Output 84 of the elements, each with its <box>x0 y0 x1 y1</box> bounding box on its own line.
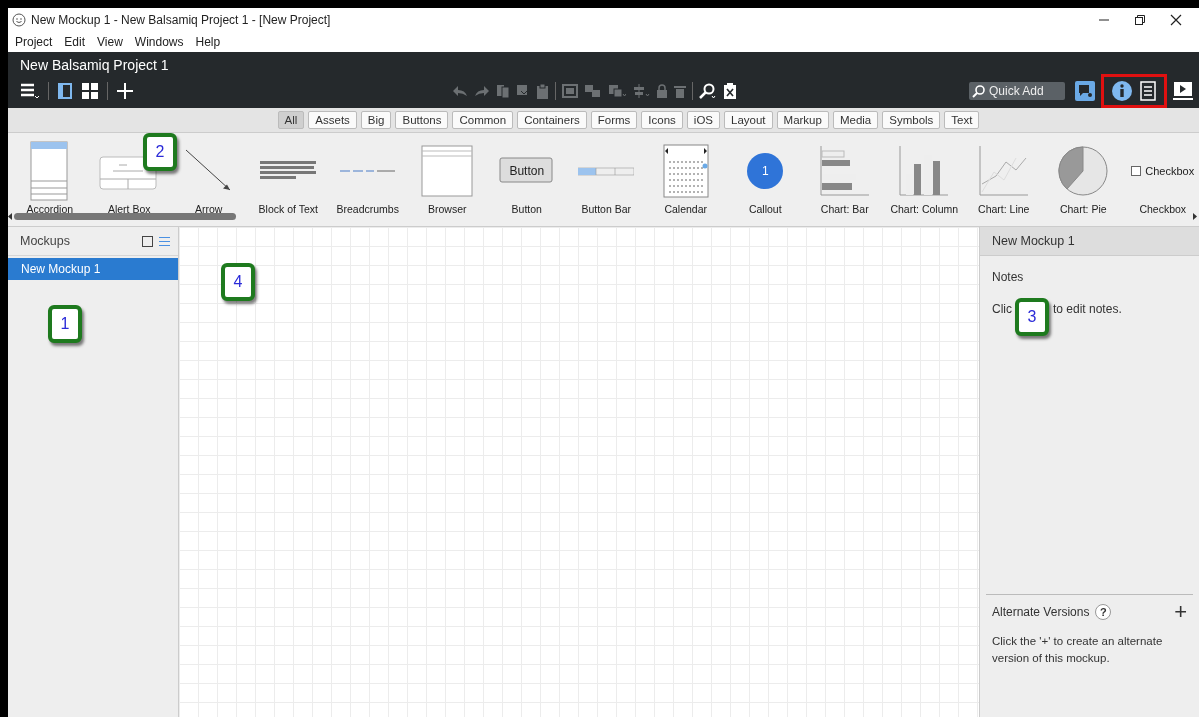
chat-face-icon[interactable] <box>1075 81 1095 101</box>
inspector-title: New Mockup 1 <box>980 227 1199 256</box>
component-label[interactable]: Breadcrumbs <box>336 203 399 215</box>
filter-tab[interactable]: iOS <box>686 111 720 129</box>
square-view-icon[interactable] <box>142 235 153 247</box>
breadcrumbs-thumbnail <box>339 167 396 175</box>
button-thumbnail <box>498 157 555 185</box>
filter-tab[interactable]: Layout <box>724 111 773 129</box>
scrollbar-thumb[interactable] <box>14 213 236 220</box>
filter-tab[interactable]: Common <box>452 111 514 129</box>
component-label[interactable]: Chart: Bar <box>820 203 869 215</box>
restore-icon[interactable] <box>1133 13 1147 27</box>
checkbox-thumbnail <box>1131 166 1142 176</box>
filter-tab[interactable]: Assets <box>308 111 357 129</box>
filter-tab[interactable]: Markup <box>776 111 829 129</box>
component-label[interactable]: Chart: Column <box>890 203 959 215</box>
filter-tab[interactable]: Icons <box>641 111 683 129</box>
bar-chart-thumbnail <box>819 146 870 196</box>
help-button[interactable]: ? <box>1095 604 1112 620</box>
smiley-app-icon <box>12 13 26 27</box>
component-label[interactable]: Alert Box <box>107 203 151 215</box>
section-title: Alternate Versions <box>992 605 1090 619</box>
calendar-thumbnail <box>662 144 709 198</box>
component-label[interactable]: Chart: Pie <box>1059 203 1107 215</box>
component-label[interactable]: Button <box>511 203 542 215</box>
column-chart-thumbnail <box>899 146 950 196</box>
callout-number: 1 <box>761 164 769 178</box>
mockup-list-item[interactable]: New Mockup 1 <box>8 258 178 280</box>
pie-chart-thumbnail <box>1058 144 1109 198</box>
checkbox-label: Checkbox <box>1145 165 1195 177</box>
callout-badge: 3 <box>1015 298 1049 336</box>
grid-icon[interactable] <box>81 82 99 100</box>
quick-add-field[interactable]: Quick Add <box>969 82 1065 100</box>
info-icon[interactable] <box>1112 81 1132 101</box>
component-label[interactable]: Block of Text <box>258 203 318 215</box>
notes-hint[interactable]: to edit notes. <box>1053 302 1122 316</box>
notes-icon[interactable] <box>1140 81 1156 101</box>
plus-icon[interactable] <box>116 82 134 100</box>
component-label[interactable]: Accordion <box>26 203 74 215</box>
component-label[interactable]: Chart: Line <box>978 203 1030 215</box>
line-chart-thumbnail <box>978 146 1029 196</box>
menu-item[interactable]: Project <box>15 35 53 49</box>
filter-tab[interactable]: Containers <box>517 111 587 129</box>
callout-badge: 4 <box>221 263 255 301</box>
component-label[interactable]: Callout <box>748 203 782 215</box>
filter-tab[interactable]: Big <box>360 111 392 129</box>
button-bar-thumbnail <box>578 166 635 176</box>
callout-badge: 2 <box>143 133 177 171</box>
menu-item[interactable]: Windows <box>134 35 184 49</box>
component-label[interactable]: Arrow <box>195 203 223 215</box>
callout-badge: 1 <box>48 305 82 343</box>
panel-title: Mockups <box>20 234 72 248</box>
filter-tab[interactable]: Text <box>944 111 980 129</box>
filter-tab[interactable]: Forms <box>590 111 638 129</box>
notes-label: Notes <box>991 269 1025 284</box>
filter-tab[interactable]: Symbols <box>882 111 941 129</box>
component-label[interactable]: Browser <box>428 203 467 215</box>
menu-item[interactable]: Edit <box>64 35 86 49</box>
accordion-thumbnail <box>29 141 70 201</box>
list-view-icon[interactable] <box>159 235 170 247</box>
menu-icon[interactable] <box>20 82 40 100</box>
filter-tab[interactable]: Buttons <box>395 111 449 129</box>
callout-thumbnail <box>746 152 785 190</box>
project-title: New Balsamiq Project 1 <box>20 56 170 75</box>
clear-search-icon[interactable] <box>723 83 737 99</box>
close-icon[interactable] <box>1169 13 1183 27</box>
component-label[interactable]: Button Bar <box>581 203 632 215</box>
browser-thumbnail <box>421 145 474 197</box>
component-label[interactable]: Checkbox <box>1139 203 1187 215</box>
menu-item[interactable]: View <box>97 35 123 49</box>
play-screen-icon[interactable] <box>1173 81 1193 101</box>
scroll-right-icon[interactable] <box>1192 213 1197 220</box>
button-label: Button <box>509 164 545 178</box>
panel-icon[interactable] <box>57 82 73 100</box>
menu-item[interactable]: Help <box>195 35 221 49</box>
add-version-button[interactable]: + <box>1174 603 1187 621</box>
filter-tab[interactable]: All <box>277 111 305 129</box>
search-icon[interactable] <box>699 83 717 99</box>
notes-hint[interactable]: Clic <box>992 302 1012 316</box>
component-label[interactable]: Calendar <box>664 203 708 215</box>
filter-tab[interactable]: Media <box>832 111 879 129</box>
hint-text: Click the '+' to create an alternate version of this mockup. <box>992 634 1164 666</box>
window-title: New Mockup 1 - New Balsamiq Project 1 - [New Project] <box>31 13 332 27</box>
search-icon <box>972 85 986 98</box>
